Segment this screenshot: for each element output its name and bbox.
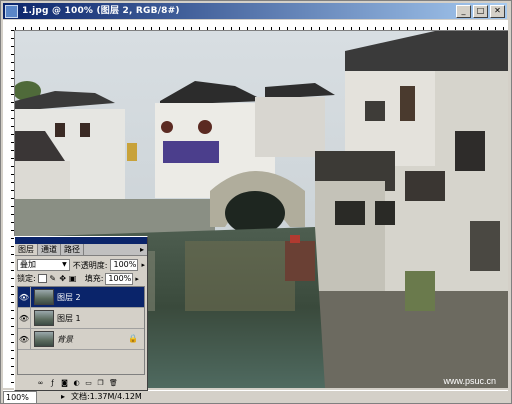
lock-pixels-icon[interactable]: ✎ xyxy=(49,274,57,283)
new-group-icon[interactable]: ▭ xyxy=(85,379,92,387)
new-layer-icon[interactable]: ❐ xyxy=(97,379,104,387)
photoshop-doc-icon xyxy=(5,4,18,18)
lock-icon: 🔒 xyxy=(128,334,138,343)
chevron-down-icon: ▼ xyxy=(62,261,67,268)
add-mask-icon[interactable]: ◙ xyxy=(61,379,68,387)
watermark-text: www.psuc.cn xyxy=(443,376,496,386)
layer-row-layer-2[interactable]: 👁 图层 2 xyxy=(18,287,144,308)
eye-icon[interactable]: 👁 xyxy=(18,293,30,302)
fill-input[interactable]: 100% xyxy=(105,272,134,285)
lock-fill-row: 锁定: ✎ ✥ ▣ 填充: 100% ▸ xyxy=(15,272,147,285)
layer-name: 背景 xyxy=(57,334,73,344)
eye-icon[interactable]: 👁 xyxy=(18,335,30,344)
window-title: 1.jpg @ 100% (图层 2, RGB/8#) xyxy=(22,6,180,16)
status-menu-arrow[interactable]: ▸ xyxy=(61,391,65,403)
fill-label: 填充: xyxy=(84,274,104,283)
maximize-button[interactable]: □ xyxy=(473,5,488,18)
title-bar[interactable]: 1.jpg @ 100% (图层 2, RGB/8#) _ □ ✕ xyxy=(3,3,507,19)
layer-thumbnail xyxy=(34,310,54,326)
layer-row-background[interactable]: 👁 背景 🔒 xyxy=(18,329,144,350)
fill-slider-arrow-icon[interactable]: ▸ xyxy=(135,275,139,283)
layer-thumbnail xyxy=(34,289,54,305)
lock-transparency-checkbox[interactable] xyxy=(37,274,47,283)
status-bar: 100% ▸ 文档:1.37M/4.12M xyxy=(3,390,508,404)
trash-icon[interactable]: 🗑 xyxy=(109,379,118,387)
layers-palette: 图层 通道 路径 ▸ 叠加 ▼ 不透明度: 100% ▸ 锁定: ✎ ✥ ▣ 填… xyxy=(14,236,148,391)
opacity-slider-arrow-icon[interactable]: ▸ xyxy=(141,261,145,269)
close-button[interactable]: ✕ xyxy=(490,5,505,18)
opacity-label: 不透明度: xyxy=(72,260,108,270)
layers-list: 👁 图层 2 👁 图层 1 👁 背景 🔒 xyxy=(17,286,145,375)
layer-name: 图层 1 xyxy=(57,313,81,323)
eye-icon[interactable]: 👁 xyxy=(18,314,30,323)
zoom-field[interactable]: 100% xyxy=(3,391,37,404)
palette-bottom-toolbar: ∞ ƒ ◙ ◐ ▭ ❐ 🗑 xyxy=(17,378,143,388)
tab-layers[interactable]: 图层 xyxy=(15,244,38,255)
layer-name: 图层 2 xyxy=(57,292,81,302)
layer-style-icon[interactable]: ƒ xyxy=(49,379,56,387)
adjustment-layer-icon[interactable]: ◐ xyxy=(73,379,80,387)
tab-paths[interactable]: 路径 xyxy=(61,244,84,255)
lock-label: 锁定: xyxy=(17,274,36,283)
tab-channels[interactable]: 通道 xyxy=(38,244,61,255)
palette-title-bar[interactable] xyxy=(15,237,147,244)
layer-row-layer-1[interactable]: 👁 图层 1 xyxy=(18,308,144,329)
lock-all-icon[interactable]: ▣ xyxy=(69,274,77,283)
minimize-button[interactable]: _ xyxy=(456,5,471,18)
document-size: 文档:1.37M/4.12M xyxy=(71,392,142,401)
blend-mode-select[interactable]: 叠加 ▼ xyxy=(17,259,70,271)
layer-thumbnail xyxy=(34,331,54,347)
palette-tabs: 图层 通道 路径 ▸ xyxy=(15,244,147,256)
opacity-input[interactable]: 100% xyxy=(110,259,139,271)
blend-opacity-row: 叠加 ▼ 不透明度: 100% ▸ xyxy=(15,256,147,272)
horizontal-ruler[interactable] xyxy=(15,20,508,31)
link-layers-icon[interactable]: ∞ xyxy=(37,379,44,387)
lock-position-icon[interactable]: ✥ xyxy=(59,274,67,283)
blend-mode-value: 叠加 xyxy=(20,260,36,269)
palette-menu-icon[interactable]: ▸ xyxy=(137,244,147,255)
